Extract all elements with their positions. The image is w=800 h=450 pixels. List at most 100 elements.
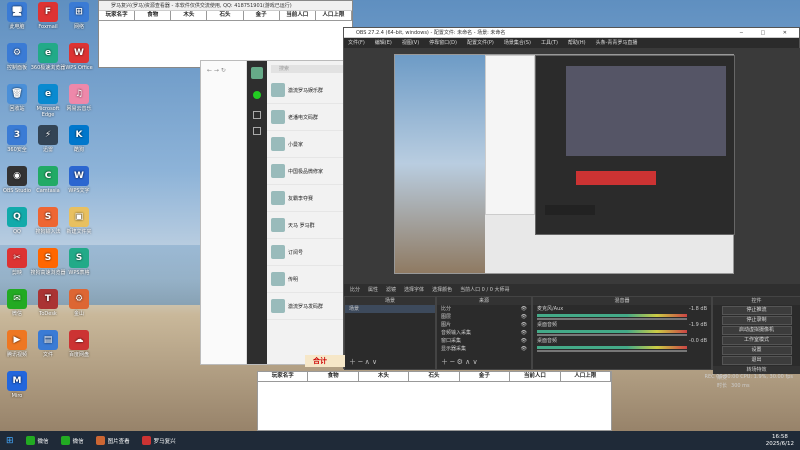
control-button[interactable]: 退出 bbox=[721, 356, 792, 365]
desktop-icon[interactable]: ♫ 网易云音乐 bbox=[61, 84, 97, 112]
desktop-icon-label: WPS Office bbox=[65, 65, 93, 71]
eye-icon[interactable]: 👁 bbox=[521, 305, 531, 313]
desktop-icon[interactable]: W WPS Office bbox=[61, 43, 97, 71]
sources-title: 来源 bbox=[437, 297, 531, 305]
source-item[interactable]: 音频输入采集 👁 bbox=[437, 329, 531, 337]
taskbar-app[interactable]: 罗马复兴 bbox=[136, 431, 182, 450]
clock[interactable]: 16:58 2025/6/12 bbox=[766, 434, 800, 448]
taskbar-app[interactable]: 图片查看 bbox=[90, 431, 136, 450]
text-preview: 当前人口 0 / 0 大师哥 bbox=[460, 287, 510, 293]
volume-slider[interactable] bbox=[537, 318, 687, 320]
desktop-icon[interactable]: ⊞ 网络 bbox=[61, 2, 97, 30]
chat-item[interactable]: 激流罗马发码群 bbox=[267, 293, 351, 320]
desktop-icon-glyph: e bbox=[38, 84, 58, 104]
eye-icon[interactable]: 👁 bbox=[521, 345, 531, 353]
menu-item[interactable]: 配置文件(P) bbox=[467, 38, 494, 48]
source-name: 显示器采集 bbox=[441, 346, 467, 352]
taskbar-app[interactable]: 微信 bbox=[55, 431, 90, 450]
wechat-window[interactable]: ← → ↻ 搜索 激流罗马娱乐群 老潘电文码群 小曼家 中国极品微修家 友霸李夺赛 天马 … bbox=[200, 60, 351, 365]
wechat-sidebar bbox=[247, 61, 267, 364]
desktop-icon[interactable]: K 酷狗 bbox=[61, 125, 97, 153]
chat-item[interactable]: 激流罗马娱乐群 bbox=[267, 77, 351, 104]
menu-item[interactable]: 帮助(H) bbox=[568, 38, 586, 48]
search-input[interactable]: 搜索 bbox=[271, 65, 347, 73]
desktop-icon-glyph: S bbox=[38, 248, 58, 268]
desktop-icon-glyph: W bbox=[69, 43, 89, 63]
avatar[interactable] bbox=[251, 67, 263, 79]
controls-dock: 控件 停止推流 停止录制 启动虚拟摄像机 工作室模式 设置 退出 转场特效 渐变 时长 30… bbox=[712, 296, 800, 389]
filters-button[interactable]: 滤镜 bbox=[386, 284, 396, 296]
source-item[interactable]: 图片 👁 bbox=[437, 321, 531, 329]
start-button[interactable]: ⊞ bbox=[0, 431, 20, 450]
eye-icon[interactable]: 👁 bbox=[521, 329, 531, 337]
mixer-channel: 麦克风/Aux -1.8 dB bbox=[533, 305, 711, 313]
desktop-icon[interactable]: ⚙ 金山 bbox=[61, 289, 97, 317]
eye-icon[interactable]: 👁 bbox=[521, 313, 531, 321]
chat-avatar bbox=[271, 218, 285, 232]
menu-item[interactable]: 工具(T) bbox=[541, 38, 558, 48]
chat-item[interactable]: 中国极品微修家 bbox=[267, 158, 351, 185]
volume-slider[interactable] bbox=[537, 334, 687, 336]
chat-item[interactable]: 老潘电文码群 bbox=[267, 104, 351, 131]
column-header: 木头 bbox=[359, 372, 410, 381]
source-item[interactable]: 图层 👁 bbox=[437, 313, 531, 321]
duration-value[interactable]: 300 ms bbox=[731, 382, 750, 390]
control-button[interactable]: 设置 bbox=[721, 346, 792, 355]
channel-name: 麦克风/Aux bbox=[537, 306, 564, 312]
font-button[interactable]: 选择字体 bbox=[404, 284, 424, 296]
desktop-icon[interactable]: S WPS表格 bbox=[61, 248, 97, 276]
eye-icon[interactable]: 👁 bbox=[521, 337, 531, 345]
menu-item[interactable]: 文件(F) bbox=[348, 38, 365, 48]
chat-icon[interactable] bbox=[253, 91, 261, 99]
browser-nav[interactable]: ← → ↻ bbox=[201, 61, 246, 80]
props-button[interactable]: 属性 bbox=[368, 284, 378, 296]
source-name: 比分 bbox=[441, 306, 452, 312]
chat-item[interactable]: 传明 bbox=[267, 266, 351, 293]
chat-item[interactable]: 天马 罗马群 bbox=[267, 212, 351, 239]
menu-item[interactable]: 视图(V) bbox=[402, 38, 419, 48]
control-button[interactable]: 工作室模式 bbox=[721, 336, 792, 345]
desktop-icon[interactable]: ☁ 百度网盘 bbox=[61, 330, 97, 358]
desktop-icon-label: 网易云音乐 bbox=[66, 106, 92, 112]
chat-avatar bbox=[271, 110, 285, 124]
color-button[interactable]: 选择颜色 bbox=[432, 284, 452, 296]
eye-icon[interactable]: 👁 bbox=[521, 321, 531, 329]
obs-title: OBS 27.2.4 (64-bit, windows) - 配置文件: 未命名… bbox=[344, 28, 799, 38]
control-button[interactable]: 停止录制 bbox=[721, 316, 792, 325]
desktop-icon-label: 网络 bbox=[73, 24, 84, 30]
menu-item[interactable]: 头条-青青罗马直播 bbox=[596, 38, 638, 48]
menu-item[interactable]: 停靠窗口(D) bbox=[429, 38, 457, 48]
chat-item[interactable]: 友霸李夺赛 bbox=[267, 185, 351, 212]
source-item[interactable]: 比分 👁 bbox=[437, 305, 531, 313]
obs-preview[interactable] bbox=[344, 48, 800, 284]
resource-viewer-window[interactable]: 罗马复兴(罗马)资源查看器 - 本软件仅供交流使用, QQ: 418751901… bbox=[98, 0, 353, 68]
scene-add-icon[interactable]: ＋ ─ ∧ ∨ bbox=[349, 357, 377, 367]
obs-window[interactable]: OBS 27.2.4 (64-bit, windows) - 配置文件: 未命名… bbox=[343, 27, 800, 389]
column-header: 石头 bbox=[207, 11, 244, 20]
desktop-icon[interactable]: M Miro bbox=[0, 371, 35, 399]
contacts-icon[interactable] bbox=[253, 111, 261, 119]
desktop-icon[interactable]: W WPS文字 bbox=[61, 166, 97, 194]
scene-item[interactable]: 场景 bbox=[345, 305, 435, 313]
favorites-icon[interactable] bbox=[253, 127, 261, 135]
control-button[interactable]: 启动虚拟摄像机 bbox=[721, 326, 792, 335]
desktop-icon-glyph: T bbox=[38, 289, 58, 309]
source-item[interactable]: 显示器采集 👁 bbox=[437, 345, 531, 353]
volume-slider[interactable] bbox=[537, 350, 687, 352]
menu-item[interactable]: 场景集合(S) bbox=[504, 38, 531, 48]
desktop-icon-glyph: C bbox=[38, 166, 58, 186]
chat-item[interactable]: 订阅号 bbox=[267, 239, 351, 266]
window-controls[interactable]: ─ □ ✕ bbox=[740, 28, 795, 37]
taskbar: ⊞ 微信 微信 图片查看 罗马复兴 16:58 2025/6/12 bbox=[0, 431, 800, 450]
taskbar-app[interactable]: 微信 bbox=[20, 431, 55, 450]
source-item[interactable]: 窗口采集 👁 bbox=[437, 337, 531, 345]
desktop-icon[interactable]: ▣ 新建文件夹 bbox=[61, 207, 97, 235]
desktop-icon-label: WPS文字 bbox=[68, 188, 90, 194]
desktop-icon-glyph: ▶ bbox=[7, 330, 27, 350]
source-add-icon[interactable]: ＋ ─ ⚙ ∧ ∨ bbox=[441, 357, 478, 367]
control-button[interactable]: 停止推流 bbox=[721, 306, 792, 315]
chat-item[interactable]: 小曼家 bbox=[267, 131, 351, 158]
taskbar-app-icon bbox=[25, 436, 35, 445]
menu-item[interactable]: 编辑(E) bbox=[375, 38, 392, 48]
desktop-icon-glyph: K bbox=[69, 125, 89, 145]
